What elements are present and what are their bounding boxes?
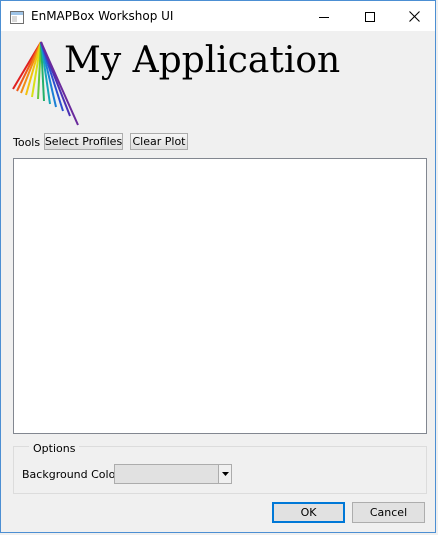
minimize-button[interactable] [301,1,347,31]
tools-label: Tools [13,136,41,149]
window-title: EnMAPBox Workshop UI [31,9,174,23]
ok-button[interactable]: OK [272,502,345,523]
background-color-label: Background Color [22,468,120,481]
maximize-button[interactable] [347,1,393,31]
app-heading: My Application [64,40,341,81]
close-icon [408,7,420,26]
title-bar[interactable]: EnMAPBox Workshop UI [1,1,435,31]
application-window: EnMAPBox Workshop UI My Application Tool… [0,0,436,533]
clear-plot-button[interactable]: Clear Plot [130,133,188,150]
plot-canvas[interactable] [13,158,427,434]
maximize-icon [365,7,375,26]
background-color-combobox[interactable] [114,464,232,484]
app-window-icon [10,9,24,24]
dropdown-arrow-icon[interactable] [218,465,231,483]
cancel-button[interactable]: Cancel [352,502,425,523]
color-swatch [117,467,218,481]
select-profiles-button[interactable]: Select Profiles [44,133,123,150]
options-group-title: Options [29,442,80,455]
close-button[interactable] [391,1,437,31]
minimize-icon [319,7,329,26]
